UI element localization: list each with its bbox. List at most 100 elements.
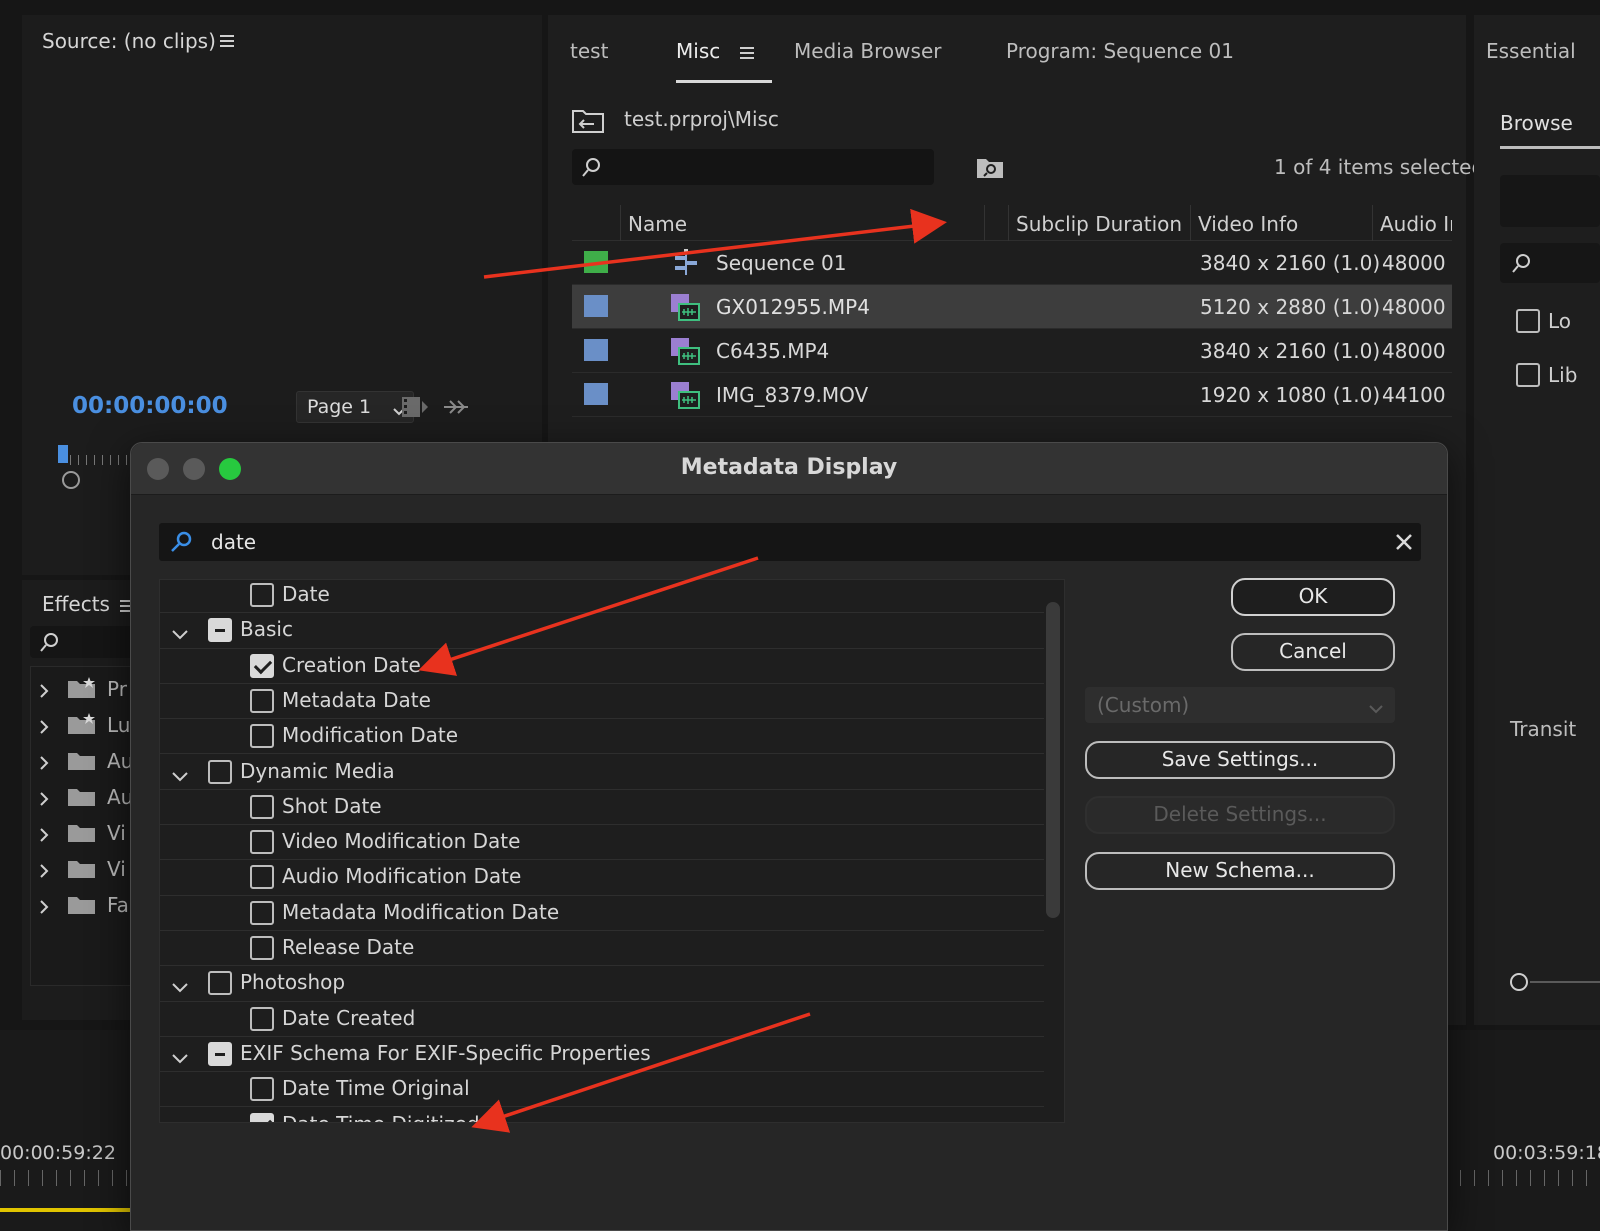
chevron-right-icon[interactable] bbox=[39, 899, 49, 918]
property-row[interactable]: Date bbox=[160, 580, 1044, 614]
list-item[interactable]: Vi bbox=[31, 815, 143, 851]
list-item-label: Pr bbox=[107, 677, 127, 701]
page-select[interactable]: Page 1 bbox=[296, 391, 414, 423]
browse-field[interactable] bbox=[1500, 175, 1600, 227]
property-checkbox[interactable] bbox=[250, 900, 274, 925]
property-row[interactable]: Metadata Date bbox=[160, 684, 1044, 720]
property-row[interactable]: Date Time Digitized bbox=[160, 1108, 1044, 1122]
dialog-search-input[interactable]: date bbox=[159, 523, 1421, 561]
list-item[interactable]: Au bbox=[31, 743, 143, 779]
chevron-down-icon[interactable] bbox=[172, 1049, 188, 1068]
slider-track[interactable] bbox=[1530, 981, 1600, 983]
column-header-subclip[interactable]: Subclip Duration bbox=[1016, 212, 1182, 236]
property-row[interactable]: Metadata Modification Date bbox=[160, 896, 1044, 931]
label-color-swatch[interactable] bbox=[584, 383, 608, 405]
property-checkbox[interactable] bbox=[250, 936, 274, 960]
property-checkbox[interactable] bbox=[208, 1041, 232, 1066]
property-row[interactable]: Date Created bbox=[160, 1002, 1044, 1037]
property-checkbox[interactable] bbox=[250, 688, 274, 713]
column-header-video-info[interactable]: Video Info bbox=[1198, 212, 1298, 236]
chevron-down-icon[interactable] bbox=[172, 978, 188, 997]
label-color-swatch[interactable] bbox=[584, 251, 608, 273]
library-checkbox[interactable] bbox=[1516, 363, 1540, 387]
property-checkbox[interactable] bbox=[250, 794, 274, 819]
zoom-handle[interactable] bbox=[62, 471, 80, 489]
chevron-down-icon[interactable] bbox=[172, 625, 188, 644]
property-checkbox[interactable] bbox=[250, 830, 274, 855]
property-group-row[interactable]: Dynamic Media bbox=[160, 755, 1044, 790]
tab-media-browser[interactable]: Media Browser bbox=[794, 39, 941, 63]
chevron-down-icon[interactable] bbox=[172, 767, 188, 786]
page-select-value: Page 1 bbox=[307, 396, 372, 418]
tab-test[interactable]: test bbox=[570, 39, 608, 63]
table-row[interactable]: GX012955.MP4 5120 x 2880 (1.0) 48000 H bbox=[572, 285, 1452, 329]
delete-settings-button[interactable]: Delete Settings... bbox=[1085, 796, 1395, 834]
property-checkbox[interactable] bbox=[250, 583, 274, 607]
column-header-audio[interactable]: Audio Ir bbox=[1380, 212, 1452, 236]
property-checkbox[interactable] bbox=[250, 1112, 274, 1122]
property-row[interactable]: Release Date bbox=[160, 931, 1044, 967]
list-item[interactable]: Lu bbox=[31, 707, 143, 743]
hamburger-menu-icon[interactable] bbox=[740, 45, 756, 64]
property-row[interactable]: Date Time Original bbox=[160, 1072, 1044, 1108]
chevron-right-icon[interactable] bbox=[39, 827, 49, 846]
property-checkbox[interactable] bbox=[250, 1006, 274, 1031]
new-schema-button[interactable]: New Schema... bbox=[1085, 852, 1395, 890]
chevron-right-icon[interactable] bbox=[39, 683, 49, 702]
label-color-swatch[interactable] bbox=[584, 295, 608, 317]
ok-button[interactable]: OK bbox=[1231, 578, 1395, 616]
list-item[interactable]: Fa bbox=[31, 887, 143, 923]
chevron-right-icon[interactable] bbox=[39, 755, 49, 774]
tab-program[interactable]: Program: Sequence 01 bbox=[1006, 39, 1234, 63]
table-row[interactable]: Sequence 01 3840 x 2160 (1.0) 48000 H bbox=[572, 241, 1452, 285]
effects-search-input[interactable] bbox=[30, 626, 142, 658]
property-checkbox[interactable] bbox=[250, 724, 274, 749]
table-row[interactable]: C6435.MP4 3840 x 2160 (1.0) 48000 H bbox=[572, 329, 1452, 373]
list-item[interactable]: Vi bbox=[31, 851, 143, 887]
table-row[interactable]: IMG_8379.MOV 1920 x 1080 (1.0) 44100 H bbox=[572, 373, 1452, 417]
hamburger-menu-icon[interactable] bbox=[220, 33, 236, 47]
tab-browse[interactable]: Browse bbox=[1500, 111, 1600, 149]
folder-up-icon[interactable] bbox=[572, 107, 604, 137]
browse-search-input[interactable] bbox=[1500, 243, 1600, 283]
property-group-row[interactable]: Photoshop bbox=[160, 966, 1044, 1002]
source-timecode[interactable]: 00:00:00:00 bbox=[72, 393, 228, 419]
property-checkbox[interactable] bbox=[250, 1077, 274, 1102]
property-group-row[interactable]: Basic bbox=[160, 613, 1044, 649]
chevron-right-icon[interactable] bbox=[39, 719, 49, 738]
playhead-marker[interactable] bbox=[58, 445, 68, 463]
list-item[interactable]: Pr bbox=[31, 671, 143, 707]
insert-icon[interactable] bbox=[442, 397, 470, 421]
property-checkbox[interactable] bbox=[208, 618, 232, 643]
property-checkbox[interactable] bbox=[208, 971, 232, 996]
column-header-name[interactable]: Name bbox=[628, 212, 687, 236]
essential-panel-title[interactable]: Essential bbox=[1486, 39, 1576, 63]
property-row[interactable]: Creation Date bbox=[160, 649, 1044, 684]
chevron-right-icon[interactable] bbox=[39, 791, 49, 810]
cancel-button[interactable]: Cancel bbox=[1231, 633, 1395, 671]
clear-search-icon[interactable] bbox=[1395, 533, 1413, 555]
property-checkbox[interactable] bbox=[208, 759, 232, 784]
list-scrollbar[interactable] bbox=[1046, 602, 1060, 918]
property-row[interactable]: Modification Date bbox=[160, 719, 1044, 755]
preset-select[interactable]: (Custom) bbox=[1085, 687, 1395, 723]
property-group-row[interactable]: EXIF Schema For EXIF-Specific Properties bbox=[160, 1037, 1044, 1073]
film-icon[interactable] bbox=[400, 395, 430, 423]
property-checkbox[interactable] bbox=[250, 653, 274, 678]
local-checkbox[interactable] bbox=[1516, 309, 1540, 333]
source-panel-title[interactable]: Source: (no clips) bbox=[42, 29, 216, 53]
effects-title[interactable]: Effects bbox=[42, 592, 110, 616]
project-search-input[interactable] bbox=[572, 149, 934, 185]
property-checkbox[interactable] bbox=[250, 865, 274, 890]
list-item[interactable]: Au bbox=[31, 779, 143, 815]
slider-handle[interactable] bbox=[1510, 973, 1528, 991]
chevron-right-icon[interactable] bbox=[39, 863, 49, 882]
property-row[interactable]: Shot Date bbox=[160, 790, 1044, 826]
find-icon[interactable] bbox=[976, 155, 1004, 183]
timeline-work-area-bar[interactable] bbox=[0, 1208, 130, 1212]
save-settings-button[interactable]: Save Settings... bbox=[1085, 741, 1395, 779]
label-color-swatch[interactable] bbox=[584, 339, 608, 361]
property-row[interactable]: Video Modification Date bbox=[160, 825, 1044, 861]
tab-misc[interactable]: Misc bbox=[676, 39, 772, 83]
property-row[interactable]: Audio Modification Date bbox=[160, 860, 1044, 896]
